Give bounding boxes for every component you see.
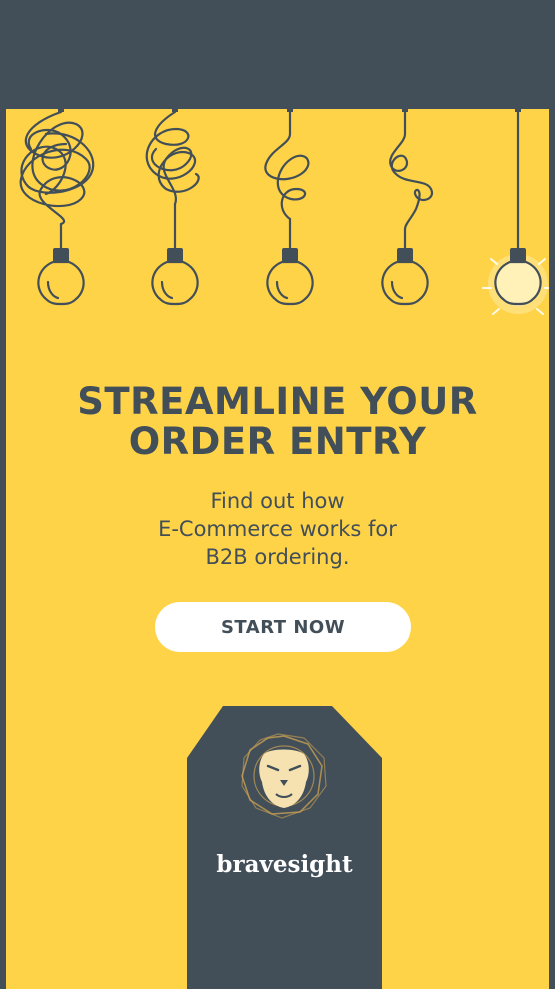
page-frame: STREAMLINE YOUR ORDER ENTRY Find out how… bbox=[0, 0, 555, 989]
ad-banner[interactable]: STREAMLINE YOUR ORDER ENTRY Find out how… bbox=[6, 6, 549, 989]
brand-name: bravesight bbox=[216, 851, 353, 878]
brand-tab bbox=[187, 706, 382, 989]
